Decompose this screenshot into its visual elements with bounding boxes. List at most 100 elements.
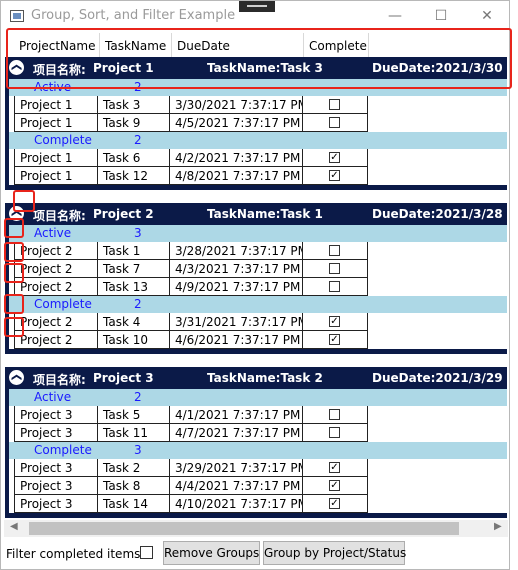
column-header-complete[interactable]: Complete [304,33,369,57]
scrollbar-thumb[interactable] [29,522,459,535]
cell-project[interactable]: Project 1 [14,167,98,185]
table-row[interactable]: Project 2 Task 7 4/3/2021 7:37:17 PM [9,260,507,278]
group-header[interactable]: ❮ 项目名称: Project 1 TaskName:Task 3 DueDate:20… [5,57,508,79]
cell-task[interactable]: Task 12 [98,167,170,185]
cell-project[interactable]: Project 1 [14,149,98,167]
maximize-button[interactable]: ☐ [429,5,453,27]
complete-checkbox[interactable]: ✓ [329,334,340,345]
cell-task[interactable]: Task 1 [98,242,170,260]
title-bar[interactable]: Group, Sort, and Filter Example — ☐ ✕ [1,1,509,31]
table-row[interactable]: Project 3 Task 5 4/1/2021 7:37:17 PM [9,406,507,424]
complete-checkbox[interactable] [329,281,340,292]
cell-task[interactable]: Task 2 [98,459,170,477]
subgroup-header-active[interactable]: Active 2 [9,79,507,96]
collapse-chevron-icon[interactable]: ❮ [9,60,24,75]
cell-project[interactable]: Project 3 [14,424,98,442]
complete-checkbox[interactable] [329,409,340,420]
cell-duedate[interactable]: 3/31/2021 7:37:17 PM [170,313,303,331]
cell-duedate[interactable]: 4/10/2021 7:37:17 PM [170,495,303,513]
cell-duedate[interactable]: 4/7/2021 7:37:17 PM [170,424,303,442]
table-row[interactable]: Project 3 Task 2 3/29/2021 7:37:17 PM ✓ [9,459,507,477]
table-row[interactable]: Project 2 Task 10 4/6/2021 7:37:17 PM ✓ [9,331,507,349]
cell-project[interactable]: Project 2 [14,313,98,331]
cell-task[interactable]: Task 6 [98,149,170,167]
minimize-button[interactable]: — [383,5,407,27]
column-header-taskname[interactable]: TaskName [100,33,172,57]
cell-project[interactable]: Project 3 [14,406,98,424]
subgroup-header-active[interactable]: Active 3 [9,225,507,242]
table-row[interactable]: Project 1 Task 12 4/8/2021 7:37:17 PM ✓ [9,167,507,185]
cell-duedate[interactable]: 3/28/2021 7:37:17 PM [170,242,303,260]
cell-task[interactable]: Task 13 [98,278,170,296]
complete-checkbox[interactable] [329,427,340,438]
cell-project[interactable]: Project 2 [14,278,98,296]
table-row[interactable]: Project 1 Task 6 4/2/2021 7:37:17 PM ✓ [9,149,507,167]
subgroup-header-complete[interactable]: Complete 3 [9,442,507,459]
table-row[interactable]: Project 3 Task 14 4/10/2021 7:37:17 PM ✓ [9,495,507,513]
complete-checkbox[interactable]: ✓ [329,316,340,327]
cell-task[interactable]: Task 4 [98,313,170,331]
cell-project[interactable]: Project 2 [14,242,98,260]
cell-duedate[interactable]: 4/2/2021 7:37:17 PM [170,149,303,167]
complete-checkbox[interactable]: ✓ [329,170,340,181]
cell-duedate[interactable]: 4/1/2021 7:37:17 PM [170,406,303,424]
cell-project[interactable]: Project 3 [14,459,98,477]
complete-checkbox[interactable]: ✓ [329,498,340,509]
cell-project[interactable]: Project 3 [14,495,98,513]
close-button[interactable]: ✕ [475,5,499,27]
task-data-grid[interactable]: ProjectName TaskName DueDate Complete ❮ 项… [4,31,508,541]
table-row[interactable]: Project 1 Task 9 4/5/2021 7:37:17 PM [9,114,507,132]
complete-checkbox[interactable]: ✓ [329,462,340,473]
title-grip-icon[interactable] [239,1,275,12]
subgroup-header-complete[interactable]: Complete 2 [9,132,507,149]
cell-task[interactable]: Task 7 [98,260,170,278]
cell-task[interactable]: Task 8 [98,477,170,495]
table-row[interactable]: Project 3 Task 8 4/4/2021 7:37:17 PM ✓ [9,477,507,495]
table-row[interactable]: Project 2 Task 1 3/28/2021 7:37:17 PM [9,242,507,260]
cell-duedate[interactable]: 4/5/2021 7:37:17 PM [170,114,303,132]
collapse-chevron-icon[interactable]: ❮ [9,206,24,221]
cell-duedate[interactable]: 4/9/2021 7:37:17 PM [170,278,303,296]
complete-checkbox[interactable]: ✓ [329,480,340,491]
subgroup-header-complete[interactable]: Complete 2 [9,296,507,313]
table-row[interactable]: Project 2 Task 4 3/31/2021 7:37:17 PM ✓ [9,313,507,331]
cell-project[interactable]: Project 1 [14,96,98,114]
cell-task[interactable]: Task 14 [98,495,170,513]
complete-checkbox[interactable] [329,99,340,110]
subgroup-status: Active [34,80,72,94]
column-header-projectname[interactable]: ProjectName [14,33,100,57]
cell-task[interactable]: Task 10 [98,331,170,349]
cell-project[interactable]: Project 3 [14,477,98,495]
cell-project[interactable]: Project 2 [14,331,98,349]
table-row[interactable]: Project 2 Task 13 4/9/2021 7:37:17 PM [9,278,507,296]
cell-project[interactable]: Project 1 [14,114,98,132]
cell-duedate[interactable]: 4/8/2021 7:37:17 PM [170,167,303,185]
cell-task[interactable]: Task 3 [98,96,170,114]
cell-duedate[interactable]: 4/4/2021 7:37:17 PM [170,477,303,495]
cell-duedate[interactable]: 3/30/2021 7:37:17 PM [170,96,303,114]
horizontal-scrollbar[interactable]: ◀ ▶ [4,520,508,537]
column-header-duedate[interactable]: DueDate [172,33,304,57]
cell-duedate[interactable]: 4/6/2021 7:37:17 PM [170,331,303,349]
cell-task[interactable]: Task 5 [98,406,170,424]
scroll-right-icon[interactable]: ▶ [494,521,502,532]
filter-completed-checkbox[interactable] [140,546,153,559]
cell-project[interactable]: Project 2 [14,260,98,278]
scroll-left-icon[interactable]: ◀ [10,521,18,532]
collapse-chevron-icon[interactable]: ❮ [9,370,24,385]
cell-task[interactable]: Task 9 [98,114,170,132]
group-by-project-status-button[interactable]: Group by Project/Status [263,541,406,565]
cell-duedate[interactable]: 3/29/2021 7:37:17 PM [170,459,303,477]
cell-task[interactable]: Task 11 [98,424,170,442]
table-row[interactable]: Project 1 Task 3 3/30/2021 7:37:17 PM [9,96,507,114]
complete-checkbox[interactable] [329,117,340,128]
cell-duedate[interactable]: 4/3/2021 7:37:17 PM [170,260,303,278]
table-row[interactable]: Project 3 Task 11 4/7/2021 7:37:17 PM [9,424,507,442]
group-header[interactable]: ❮ 项目名称: Project 2 TaskName:Task 1 DueDate:20… [5,203,508,225]
subgroup-header-active[interactable]: Active 2 [9,389,507,406]
complete-checkbox[interactable]: ✓ [329,152,340,163]
complete-checkbox[interactable] [329,263,340,274]
remove-groups-button[interactable]: Remove Groups [163,541,260,565]
complete-checkbox[interactable] [329,245,340,256]
group-header[interactable]: ❮ 项目名称: Project 3 TaskName:Task 2 DueDate:20… [5,367,508,389]
